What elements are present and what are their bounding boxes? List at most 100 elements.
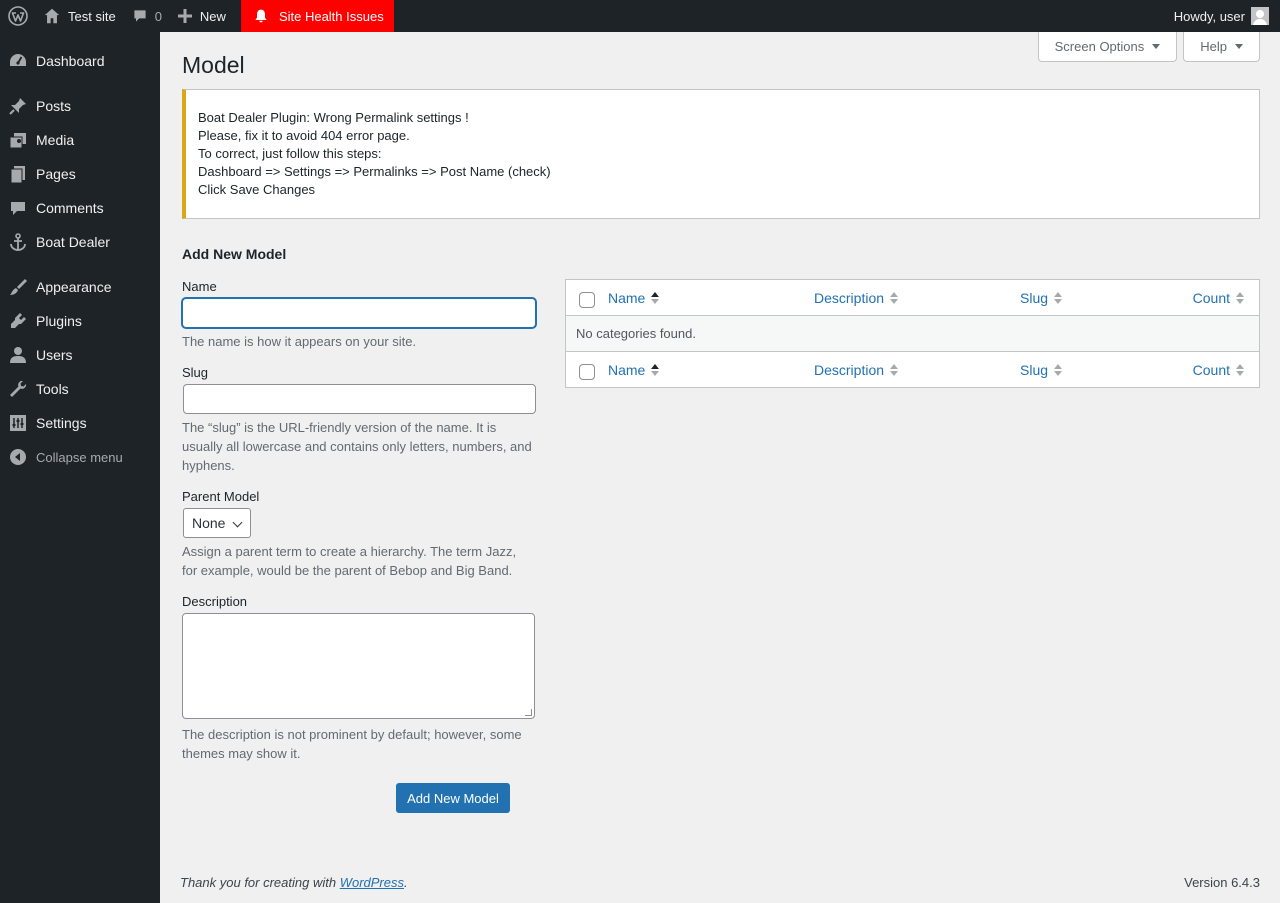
description-textarea[interactable] [182,613,535,719]
column-header-slug[interactable]: Slug [1020,290,1180,306]
site-health-label: Site Health Issues [278,8,384,24]
column-label: Name [608,361,646,378]
column-footer-count[interactable]: Count [1180,362,1259,378]
models-table: Name Description Slug Count No categorie… [565,279,1260,388]
column-label: Description [814,289,885,306]
parent-label: Parent Model [182,489,260,504]
column-label: Count [1192,361,1230,378]
description-help: The description is not prominent by defa… [182,727,522,761]
slug-input[interactable] [183,384,536,414]
notice-line: Please, fix it to avoid 404 error page. [198,128,410,143]
empty-message: No categories found. [576,326,696,341]
anchor-icon [0,232,36,252]
column-label: Slug [1020,289,1049,306]
screen-options-button[interactable]: Screen Options [1037,32,1178,62]
description-field-group: Description The description is not promi… [182,594,536,763]
parent-field-group: Parent Model None Assign a parent term t… [182,489,536,580]
slug-field-group: Slug The “slug” is the URL-friendly vers… [182,365,536,475]
wrench-icon [0,379,36,399]
column-footer-name[interactable]: Name [608,362,814,378]
slug-description: The “slug” is the URL-friendly version o… [182,420,532,473]
notice-line: Click Save Changes [198,182,316,197]
new-label: New [199,8,226,24]
form-heading: Add New Model [182,246,287,262]
column-label: Name [608,289,646,306]
sort-icon [1236,363,1244,376]
name-input[interactable] [182,298,536,328]
menu-separator [0,78,160,89]
pages-icon [0,164,36,184]
dashboard-icon [0,51,36,71]
sidebar-item-posts[interactable]: Posts [0,89,160,123]
sidebar-item-dashboard[interactable]: Dashboard [0,44,160,78]
column-label: Count [1192,289,1230,306]
sort-icon [890,363,899,376]
sidebar-item-appearance[interactable]: Appearance [0,270,160,304]
table-footer-row: Name Description Slug Count [566,351,1259,387]
sidebar-item-users[interactable]: Users [0,338,160,372]
plugin-icon [0,311,36,331]
site-name-label: Test site [68,8,116,24]
admin-menu: Dashboard Posts Media Pages Comments Boa… [0,32,160,903]
sidebar-item-label: Comments [36,200,104,216]
brush-icon [0,277,36,297]
sidebar-item-boat-dealer[interactable]: Boat Dealer [0,225,160,259]
name-field-group: Name The name is how it appears on your … [182,279,536,351]
sidebar-item-label: Pages [36,166,76,182]
sidebar-item-label: Boat Dealer [36,234,110,250]
notice-line: To correct, just follow this steps: [198,146,382,161]
help-label: Help [1200,39,1227,54]
footer-thanks-suffix: . [404,875,408,890]
table-header-row: Name Description Slug Count [566,280,1259,316]
sliders-icon [0,413,36,433]
sidebar-item-label: Media [36,132,75,148]
column-header-name[interactable]: Name [608,290,814,306]
sidebar-item-pages[interactable]: Pages [0,157,160,191]
comment-icon [134,10,146,22]
new-content-link[interactable]: New [170,0,234,32]
comments-link[interactable]: 0 [124,0,170,32]
menu-separator [0,259,160,270]
caret-down-icon [1152,44,1161,49]
table-empty-row: No categories found. [566,316,1259,351]
name-description: The name is how it appears on your site. [182,334,417,349]
sidebar-item-label: Plugins [36,313,82,329]
column-header-count[interactable]: Count [1180,290,1259,306]
sidebar-item-label: Posts [36,98,72,114]
sidebar-item-label: Users [36,347,73,363]
column-header-description[interactable]: Description [814,290,1020,306]
wordpress-link[interactable]: WordPress [340,875,404,890]
column-footer-slug[interactable]: Slug [1020,362,1180,378]
add-new-model-button[interactable]: Add New Model [396,783,510,813]
column-footer-description[interactable]: Description [814,362,1020,378]
sidebar-item-plugins[interactable]: Plugins [0,304,160,338]
name-label: Name [182,279,217,294]
select-all-checkbox[interactable] [566,288,608,308]
sort-icon [1054,363,1063,376]
sidebar-item-label: Dashboard [36,53,105,69]
wordpress-logo-icon[interactable] [0,0,35,32]
footer-version: Version 6.4.3 [1184,875,1260,890]
notice-line: Dashboard => Settings => Permalinks => P… [198,164,551,179]
slug-label: Slug [182,365,209,380]
screen-options-label: Screen Options [1054,39,1145,54]
site-name-link[interactable]: Test site [35,0,124,32]
site-health-link[interactable]: Site Health Issues [240,0,394,32]
caret-down-icon [1235,44,1243,49]
help-button[interactable]: Help [1183,32,1260,62]
sidebar-item-tools[interactable]: Tools [0,372,160,406]
select-all-checkbox-footer[interactable] [566,360,608,380]
sidebar-item-label: Appearance [36,279,112,295]
footer-thanks: Thank you for creating with WordPress. [180,875,408,890]
sort-icon [651,363,660,376]
collapse-arrow-icon [0,447,36,467]
my-account-link[interactable]: Howdy, user [1166,0,1280,32]
howdy-label: Howdy, user [1173,8,1245,24]
sidebar-item-settings[interactable]: Settings [0,406,160,440]
collapse-menu-button[interactable]: Collapse menu [0,440,160,474]
sort-icon [651,291,660,304]
comment-icon [0,198,36,218]
sidebar-item-comments[interactable]: Comments [0,191,160,225]
parent-select[interactable]: None [183,508,251,538]
sidebar-item-media[interactable]: Media [0,123,160,157]
